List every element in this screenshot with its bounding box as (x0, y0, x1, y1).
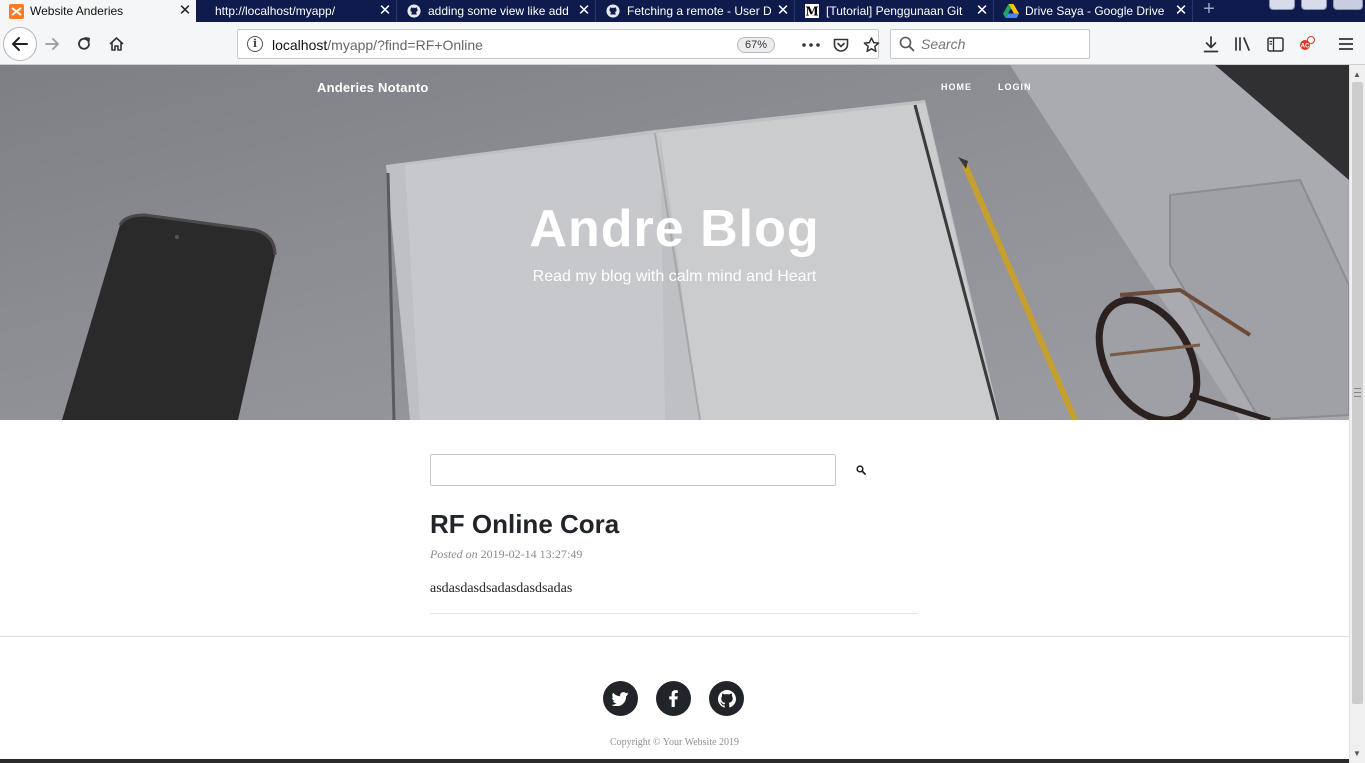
new-tab-button[interactable]: + (1196, 0, 1222, 22)
tab-strip: Website Anderies ✕ http://localhost/myap… (0, 0, 1365, 22)
close-tab-icon[interactable]: ✕ (573, 0, 595, 22)
tab-title: Fetching a remote - User Do (627, 4, 772, 18)
tab-google-drive[interactable]: Drive Saya - Google Drive ✕ (995, 0, 1193, 22)
post-search-form (430, 454, 866, 486)
post-body: asdasdasdsadasdasdsadas (430, 581, 573, 596)
site-nav: HOME LOGIN (941, 82, 1032, 92)
close-tab-icon[interactable]: ✕ (971, 0, 993, 22)
footer-divider (0, 636, 1349, 637)
tab-website-anderies[interactable]: Website Anderies ✕ (0, 0, 196, 22)
tab-title: adding some view like add (428, 4, 569, 18)
tab-title: Website Anderies (30, 4, 124, 18)
copyright-text: Copyright © Your Website 2019 (609, 737, 740, 748)
bookmark-star-icon[interactable] (860, 34, 882, 56)
url-bar[interactable]: i localhost/myapp/?find=RF+Online 67% (237, 29, 879, 59)
post-date: 2019-02-14 13:27:49 (480, 547, 583, 561)
github-icon (605, 3, 621, 19)
url-text[interactable]: localhost/myapp/?find=RF+Online (272, 37, 483, 53)
tab-medium-tutorial[interactable]: M [Tutorial] Penggunaan Git ✕ (796, 0, 994, 22)
tab-title: [Tutorial] Penggunaan Git (826, 4, 963, 18)
nav-login-link[interactable]: LOGIN (998, 82, 1032, 92)
back-arrow-icon (12, 37, 28, 51)
post-title[interactable]: RF Online Cora (430, 508, 918, 540)
svg-text:AC: AC (1301, 44, 1310, 50)
sidebar-toggle-icon[interactable] (1264, 33, 1286, 55)
zoom-level-badge[interactable]: 67% (737, 37, 775, 53)
close-tab-icon[interactable]: ✕ (1170, 0, 1192, 22)
google-drive-icon (1003, 3, 1019, 19)
forward-arrow-icon (45, 38, 59, 50)
social-links (603, 681, 744, 716)
home-button[interactable] (101, 29, 131, 59)
tab-title: http://localhost/myapp/ (215, 4, 336, 18)
close-tab-icon[interactable]: ✕ (174, 0, 196, 22)
facebook-icon (669, 690, 678, 707)
nav-home-link[interactable]: HOME (941, 82, 972, 92)
site-brand[interactable]: Anderies Notanto (317, 80, 429, 95)
url-path: /myapp/?find=RF+Online (327, 37, 483, 53)
reload-icon (78, 37, 90, 50)
post-meta: Posted on 2019-02-14 13:27:49 (430, 547, 918, 562)
library-icon[interactable] (1232, 33, 1254, 55)
xampp-icon (8, 3, 24, 19)
post-search-button[interactable] (850, 461, 872, 479)
github-icon (717, 689, 736, 708)
tab-github-adding-view[interactable]: adding some view like add ✕ (398, 0, 596, 22)
twitter-link[interactable] (603, 681, 638, 716)
forward-button[interactable] (37, 29, 67, 59)
medium-icon: M (804, 3, 820, 19)
post-preview: RF Online Cora Posted on 2019-02-14 13:2… (430, 508, 918, 597)
browser-search-bar[interactable] (890, 29, 1090, 59)
close-window-button[interactable] (1333, 0, 1363, 10)
browser-search-input[interactable] (921, 35, 1081, 53)
hamburger-menu-icon[interactable] (1335, 33, 1357, 55)
scroll-up-arrow-icon[interactable]: ▲ (1353, 70, 1361, 79)
home-icon (108, 37, 124, 51)
twitter-icon (612, 691, 629, 706)
page-actions-menu-icon[interactable] (800, 34, 822, 56)
post-meta-prefix: Posted on (430, 547, 478, 561)
close-tab-icon[interactable]: ✕ (772, 0, 794, 22)
maximize-window-button[interactable] (1301, 0, 1327, 10)
masthead: Anderies Notanto HOME LOGIN Andre Blog R… (0, 65, 1349, 420)
downloads-icon[interactable] (1200, 33, 1222, 55)
search-icon (856, 465, 866, 475)
search-icon (899, 36, 915, 57)
browser-toolbar: i localhost/myapp/?find=RF+Online 67% AC (0, 22, 1365, 65)
hero-subtitle: Read my blog with calm mind and Heart (532, 268, 817, 285)
reload-button[interactable] (69, 29, 99, 59)
back-button[interactable] (2, 26, 38, 62)
github-icon (406, 3, 422, 19)
extension-icon[interactable]: AC (1296, 33, 1318, 55)
github-link[interactable] (709, 681, 744, 716)
hero-title: Andre Blog (529, 200, 820, 258)
minimize-window-button[interactable] (1269, 0, 1295, 10)
close-tab-icon[interactable]: ✕ (374, 0, 396, 22)
scroll-down-arrow-icon[interactable]: ▼ (1353, 749, 1361, 758)
facebook-link[interactable] (656, 681, 691, 716)
url-host: localhost (272, 37, 328, 53)
web-page: Anderies Notanto HOME LOGIN Andre Blog R… (0, 65, 1349, 763)
tab-title: Drive Saya - Google Drive (1025, 4, 1165, 18)
scroll-grip-icon (1354, 388, 1361, 397)
svg-text:M: M (805, 5, 818, 19)
post-divider (430, 613, 918, 614)
page-scrollbar[interactable]: ▲ ▼ (1349, 65, 1365, 763)
tab-localhost-myapp[interactable]: http://localhost/myapp/ ✕ (197, 0, 397, 22)
tab-github-fetching-remote[interactable]: Fetching a remote - User Do ✕ (597, 0, 795, 22)
taskbar-edge (0, 759, 1349, 763)
post-search-input[interactable] (430, 454, 836, 486)
pocket-icon[interactable] (830, 34, 852, 56)
site-info-icon[interactable]: i (247, 36, 263, 52)
